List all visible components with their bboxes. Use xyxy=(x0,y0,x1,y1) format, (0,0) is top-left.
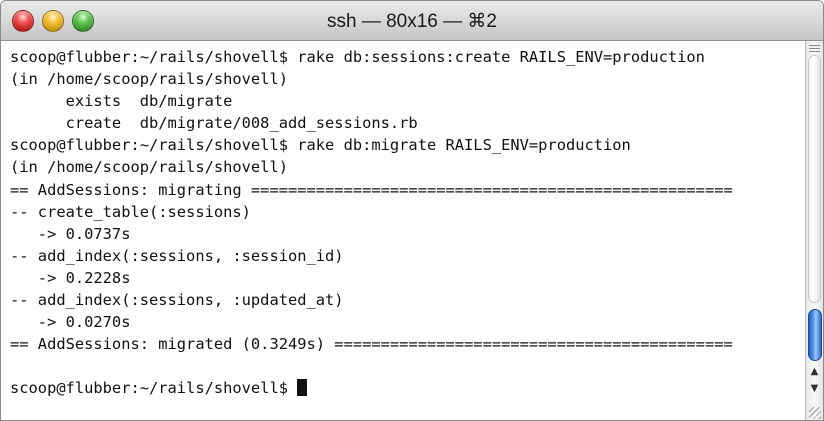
terminal-line: == AddSessions: migrated (0.3249s) =====… xyxy=(10,335,733,354)
terminal-line: -- create_table(:sessions) xyxy=(10,202,251,221)
window-title: ssh — 80x16 — ⌘2 xyxy=(326,11,498,32)
scroll-up-arrow-icon[interactable]: ▲ xyxy=(806,364,823,380)
title-bar[interactable]: ssh — 80x16 — ⌘2 xyxy=(1,1,823,41)
terminal-window: ssh — 80x16 — ⌘2 scoop@flubber:~/rails/s… xyxy=(0,0,824,421)
terminal-line: create db/migrate/008_add_sessions.rb xyxy=(10,114,418,133)
terminal-line: exists db/migrate xyxy=(10,92,233,111)
scroll-thumb[interactable] xyxy=(808,309,822,361)
scroll-down-arrow-icon[interactable]: ▼ xyxy=(806,381,823,397)
terminal-line: (in /home/scoop/rails/shovell) xyxy=(10,70,288,89)
terminal-output[interactable]: scoop@flubber:~/rails/shovell$ rake db:s… xyxy=(1,41,807,420)
vertical-scrollbar[interactable]: ▲ ▼ xyxy=(805,41,823,420)
prompt-line: scoop@flubber:~/rails/shovell$ xyxy=(10,377,807,399)
terminal-line: -- add_index(:sessions, :session_id) xyxy=(10,246,344,265)
terminal-line: scoop@flubber:~/rails/shovell$ rake db:s… xyxy=(10,48,705,66)
scroll-track-upper[interactable] xyxy=(808,55,821,303)
terminal-line: -- add_index(:sessions, :updated_at) xyxy=(10,291,344,310)
terminal-line: == AddSessions: migrating ==============… xyxy=(10,180,733,199)
resize-grip-icon[interactable] xyxy=(809,407,821,419)
terminal-line: scoop@flubber:~/rails/shovell$ rake db:m… xyxy=(10,136,631,155)
terminal-line: -> 0.0270s xyxy=(10,313,131,332)
text-cursor xyxy=(297,379,308,397)
prompt-text: scoop@flubber:~/rails/shovell$ xyxy=(10,379,298,398)
terminal-line: -> 0.2228s xyxy=(10,268,131,287)
terminal-line: (in /home/scoop/rails/shovell) xyxy=(10,158,288,177)
terminal-line: -> 0.0737s xyxy=(10,224,131,243)
split-grip-icon[interactable] xyxy=(809,45,820,53)
